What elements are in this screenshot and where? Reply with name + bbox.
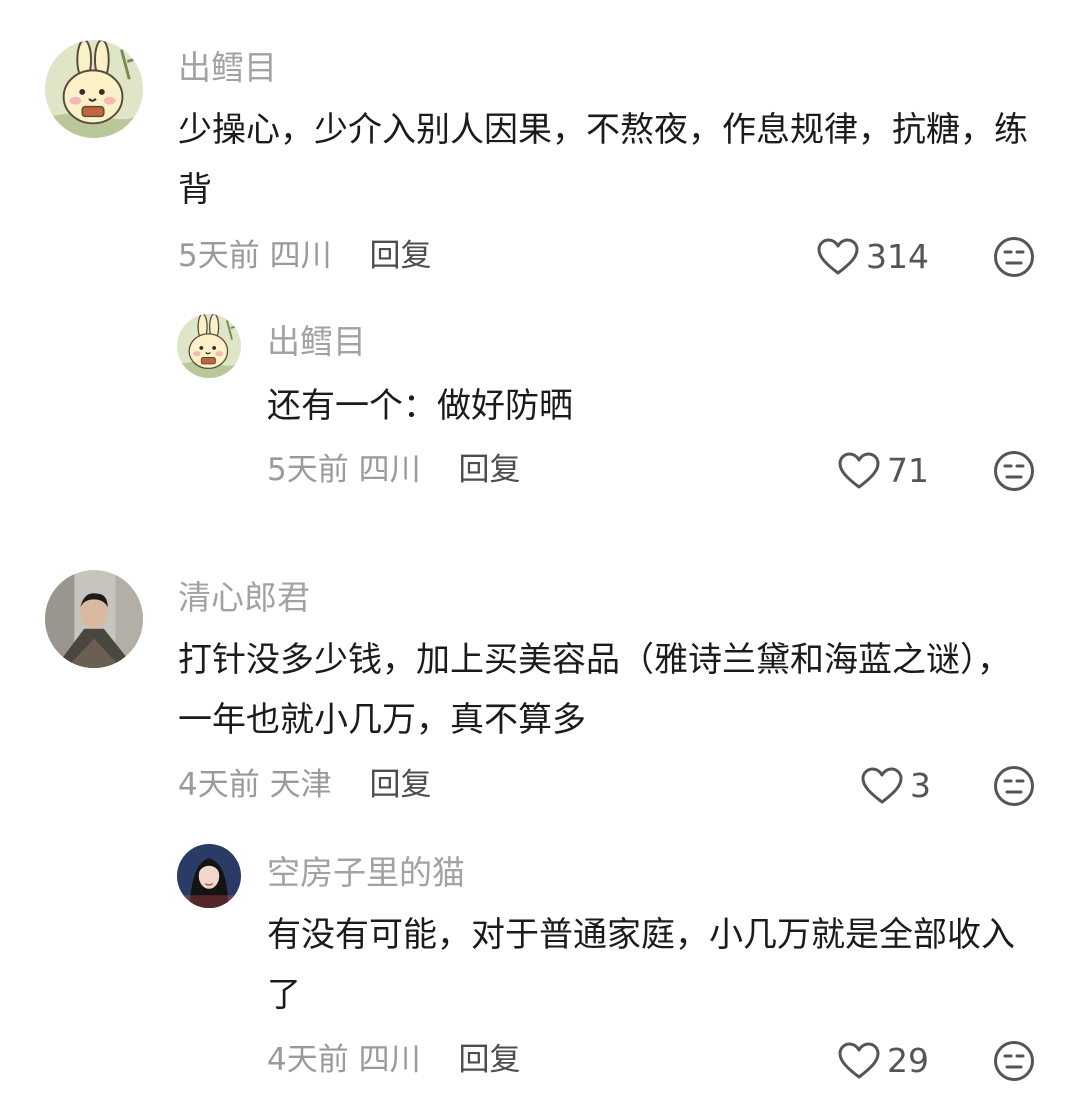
- user-avatar[interactable]: [177, 844, 241, 908]
- dislike-icon: [993, 765, 1035, 807]
- like-count: 29: [887, 1041, 929, 1080]
- comment-time: 4天前: [178, 767, 260, 803]
- user-avatar[interactable]: [45, 570, 143, 668]
- username[interactable]: 清心郎君: [178, 576, 310, 620]
- comment-time: 4天前: [267, 1042, 349, 1078]
- reply-button[interactable]: 回复: [369, 767, 431, 803]
- dislike-icon: [993, 1040, 1035, 1082]
- like-button[interactable]: 3: [860, 766, 931, 806]
- dislike-button[interactable]: [993, 1040, 1035, 1082]
- comment-location: 天津: [269, 767, 332, 803]
- comment-meta: 4天前 四川 回复: [267, 1040, 520, 1080]
- woman-photo-avatar-icon: [177, 844, 241, 908]
- reply-button[interactable]: 回复: [458, 1042, 520, 1078]
- man-photo-avatar-icon: [45, 570, 143, 668]
- comment-location: 四川: [358, 1042, 421, 1078]
- dislike-button[interactable]: [993, 765, 1035, 807]
- comment-text: 有没有可能，对于普通家庭，小几万就是全部收入了: [267, 915, 1015, 1015]
- comment-item: 清心郎君 打针没多少钱，加上买美容品（雅诗兰黛和海蓝之谜），一年也就小几万，真不…: [0, 0, 1080, 1100]
- like-button[interactable]: 29: [837, 1041, 929, 1081]
- comment-text: 打针没多少钱，加上买美容品（雅诗兰黛和海蓝之谜），一年也就小几万，真不算多: [178, 640, 1011, 740]
- comment-meta: 4天前 天津 回复: [178, 765, 431, 805]
- heart-icon: [860, 766, 904, 806]
- like-count: 3: [910, 766, 931, 805]
- username[interactable]: 空房子里的猫: [267, 851, 465, 895]
- heart-icon: [837, 1041, 881, 1081]
